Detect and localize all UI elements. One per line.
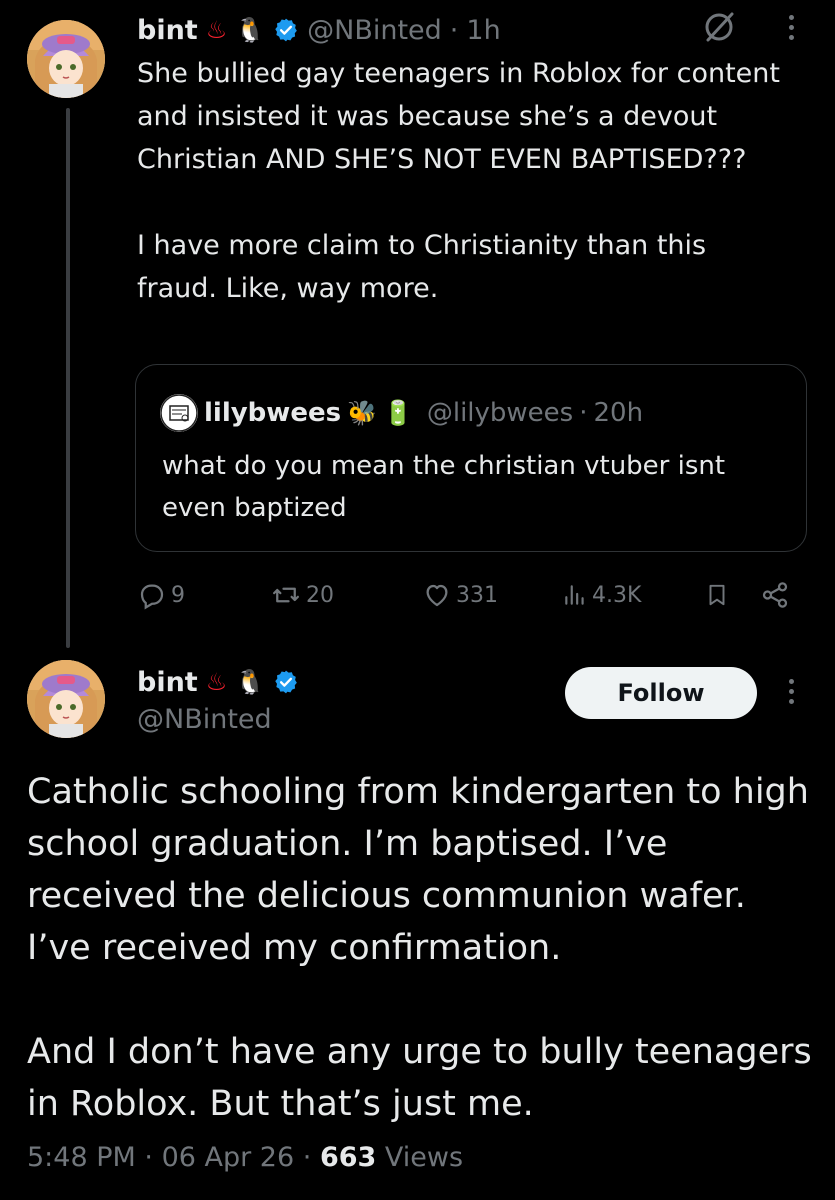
handle[interactable]: @NBinted bbox=[137, 704, 272, 735]
tweet1-paragraph: I have more claim to Christianity than t… bbox=[137, 230, 707, 304]
battery-emoji: 🔋 bbox=[382, 399, 413, 427]
heart-icon bbox=[426, 584, 448, 607]
views-label: Views bbox=[384, 1142, 464, 1173]
reply-icon bbox=[140, 584, 164, 610]
bookmark-icon bbox=[709, 584, 725, 606]
quoted-display-name[interactable]: lilybwees bbox=[204, 398, 341, 428]
more-options-icon[interactable] bbox=[780, 8, 802, 46]
handle[interactable]: @NBinted bbox=[307, 15, 442, 46]
tweet1-header: bint ♨ 🐧 @NBinted · 1h bbox=[137, 10, 501, 50]
timestamp[interactable]: 1h bbox=[466, 15, 500, 46]
separator-dot: · bbox=[302, 1142, 312, 1173]
bookmark-button[interactable] bbox=[704, 578, 730, 612]
share-button[interactable] bbox=[760, 578, 790, 612]
grok-icon[interactable] bbox=[700, 8, 738, 46]
quoted-avatar[interactable] bbox=[160, 394, 198, 432]
separator-dot: · bbox=[579, 398, 588, 428]
tweet-meta: 5:48 PM · 06 Apr 26 · 663 Views bbox=[27, 1142, 463, 1173]
tweet1-paragraph: She bullied gay teenagers in Roblox for … bbox=[137, 58, 780, 175]
display-name[interactable]: bint bbox=[137, 15, 198, 46]
tweet2-paragraph: Catholic schooling from kindergarten to … bbox=[27, 772, 809, 968]
quoted-tweet-text: what do you mean the christian vtuber is… bbox=[162, 451, 726, 523]
avatar[interactable] bbox=[27, 20, 105, 98]
tweet2-paragraph: And I don’t have any urge to bully teena… bbox=[27, 1032, 812, 1124]
quoted-tweet-card[interactable]: lilybwees 🐝 🔋 @lilybwees · 20h what do y… bbox=[135, 364, 807, 552]
verified-badge-icon bbox=[275, 670, 297, 694]
tweet2-text: Catholic schooling from kindergarten to … bbox=[27, 766, 817, 1130]
bee-emoji: 🐝 bbox=[347, 399, 377, 427]
display-name[interactable]: bint bbox=[137, 667, 198, 698]
more-options-icon[interactable] bbox=[780, 672, 802, 710]
share-icon bbox=[762, 582, 788, 608]
views-chart-icon bbox=[565, 585, 584, 605]
tweet2-header: bint ♨ 🐧 bbox=[137, 660, 299, 704]
avatar[interactable] bbox=[27, 660, 105, 738]
reply-button[interactable]: 9 bbox=[137, 578, 185, 612]
quoted-tweet-header: lilybwees 🐝 🔋 @lilybwees · 20h bbox=[160, 393, 643, 433]
thread-line bbox=[66, 108, 70, 648]
view-count: 663 bbox=[319, 1142, 377, 1173]
tweet1-text: She bullied gay teenagers in Roblox for … bbox=[137, 52, 787, 310]
post-date[interactable]: 06 Apr 26 bbox=[162, 1142, 295, 1173]
penguin-emoji: 🐧 bbox=[235, 668, 266, 696]
penguin-emoji: 🐧 bbox=[235, 16, 266, 44]
like-button[interactable]: 331 bbox=[422, 578, 498, 612]
like-count: 331 bbox=[456, 582, 498, 608]
hot-springs-emoji: ♨ bbox=[205, 668, 228, 696]
verified-badge-icon bbox=[275, 18, 297, 42]
repost-icon bbox=[273, 587, 299, 603]
views-button[interactable]: 4.3K bbox=[562, 578, 641, 612]
quoted-timestamp[interactable]: 20h bbox=[593, 398, 643, 428]
separator-dot: · bbox=[449, 14, 459, 46]
repost-button[interactable]: 20 bbox=[270, 578, 334, 612]
repost-count: 20 bbox=[306, 582, 334, 608]
hot-springs-emoji: ♨ bbox=[205, 16, 228, 44]
views-count: 4.3K bbox=[592, 582, 642, 608]
separator-dot: · bbox=[144, 1142, 153, 1173]
quoted-handle[interactable]: @lilybwees bbox=[427, 398, 573, 428]
follow-button[interactable]: Follow bbox=[565, 667, 757, 719]
reply-count: 9 bbox=[171, 582, 185, 608]
post-time[interactable]: 5:48 PM bbox=[27, 1142, 136, 1173]
